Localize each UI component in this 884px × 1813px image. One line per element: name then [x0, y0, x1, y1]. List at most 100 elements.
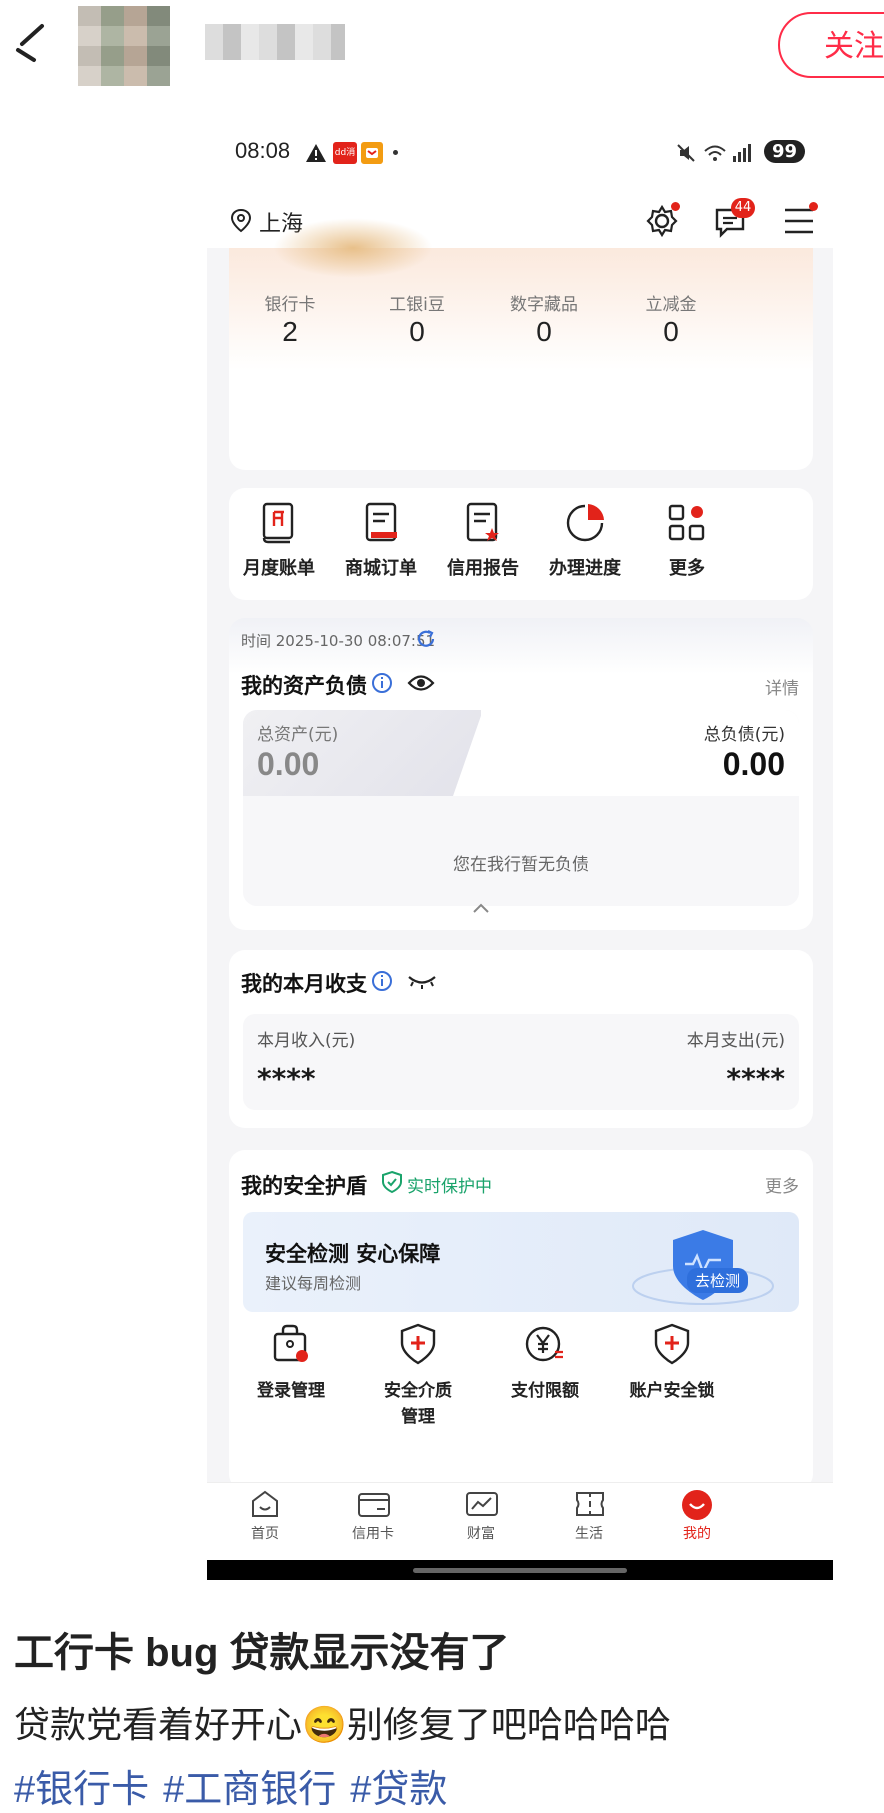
tool-label[interactable]: 月度账单 — [229, 554, 329, 580]
stat-label: 银行卡 — [264, 295, 316, 315]
go-check-button[interactable]: 去检测 — [687, 1268, 749, 1293]
hashtag[interactable]: #工商银行 — [163, 1769, 336, 1811]
tab-label: 财富 — [467, 1526, 495, 1542]
stat-label: 工银i豆 — [389, 295, 445, 315]
eye-icon[interactable] — [407, 672, 435, 698]
tab-label: 首页 — [251, 1526, 279, 1542]
security-check-banner[interactable]: 安全检测 安心保障 建议每周检测 去检测 — [243, 1212, 799, 1312]
tool-label[interactable]: 更多 — [637, 554, 737, 580]
shield-check-icon — [381, 1170, 403, 1198]
hashtag[interactable]: #贷款 — [350, 1769, 447, 1811]
stats-card: 银行卡 2 工银i豆 0 数字藏品 0 立减金 0 — [229, 218, 813, 470]
tool-label[interactable]: 商城订单 — [331, 554, 431, 580]
post-body-text-2: 别修复了吧哈哈哈哈 — [346, 1704, 671, 1745]
credit-card-icon — [357, 1489, 390, 1519]
stat-value[interactable]: 0 — [616, 316, 726, 348]
life-icon — [573, 1489, 605, 1519]
security-item-label[interactable]: 账户安全锁 — [612, 1376, 732, 1401]
tab-2[interactable]: 信用卡 — [328, 1483, 418, 1543]
progress-icon[interactable] — [562, 500, 608, 546]
location-icon[interactable] — [229, 208, 253, 238]
blurred-nickname[interactable] — [205, 24, 345, 60]
banner-subtitle: 建议每周检测 — [265, 1274, 362, 1293]
info-icon[interactable] — [371, 672, 393, 698]
signal-icon — [731, 142, 753, 164]
post-title: 工行卡 bug 贷款显示没有了 — [14, 1631, 510, 1675]
expense-label: 本月支出(元) — [686, 1031, 785, 1051]
mute-icon — [675, 142, 697, 164]
hashtag-list: #银行卡 #工商银行 #贷款 — [14, 1758, 461, 1813]
tool-label[interactable]: 办理进度 — [535, 554, 635, 580]
security-item-label-line2[interactable]: 管理 — [358, 1402, 478, 1427]
mall-order-icon[interactable] — [358, 500, 404, 546]
chevron-up-icon[interactable] — [471, 900, 491, 919]
app-notification-icon-2 — [361, 142, 383, 164]
avatar[interactable] — [78, 6, 170, 86]
gesture-bar — [207, 1560, 833, 1580]
credit-report-icon[interactable] — [460, 500, 506, 546]
tab-3[interactable]: 财富 — [436, 1483, 526, 1543]
security-card: 我的安全护盾 实时保护中 更多 安全检测 安心保障 建议每周检测 去检测 登录管… — [229, 1150, 813, 1490]
status-bar: 08:08 dd消 99 — [207, 120, 833, 190]
expense-value: **** — [726, 1062, 785, 1095]
security-more-link[interactable]: 更多 — [765, 1172, 799, 1197]
security-item-label[interactable]: 安全介质 — [358, 1376, 478, 1401]
refresh-timestamp: 时间 2025-10-30 08:07:51 — [241, 632, 436, 650]
app-notification-icon: dd消 — [333, 142, 357, 164]
eye-closed-icon[interactable] — [407, 972, 437, 994]
stat-value[interactable]: 0 — [489, 316, 599, 348]
info-icon[interactable] — [371, 970, 393, 996]
phone-screenshot: 08:08 dd消 99 上海 44 银行卡 2 工银i豆 0 数字藏品 0 立… — [207, 120, 833, 1580]
total-debt-label: 总负债(元) — [703, 725, 785, 745]
message-icon[interactable]: 44 — [713, 198, 755, 242]
menu-icon[interactable] — [783, 202, 818, 240]
monthly-title: 我的本月收支 — [241, 972, 367, 996]
no-debt-text: 您在我行暂无负债 — [453, 855, 589, 875]
tab-1[interactable]: 首页 — [220, 1483, 310, 1543]
account-lock-icon[interactable] — [650, 1322, 694, 1366]
security-title: 我的安全护盾 — [241, 1174, 367, 1198]
refresh-icon[interactable] — [415, 628, 437, 654]
status-time: 08:08 — [235, 138, 291, 163]
security-item-label[interactable]: 登录管理 — [231, 1376, 351, 1401]
post-body: 贷款党看着好开心😄别修复了吧哈哈哈哈 — [14, 1696, 671, 1748]
message-count-badge: 44 — [731, 198, 755, 218]
stat-value[interactable]: 0 — [362, 316, 472, 348]
assets-title: 我的资产负债 — [241, 674, 367, 698]
shield-illustration-icon — [595, 1226, 783, 1306]
assets-card: 时间 2025-10-30 08:07:51 我的资产负债 详情 总资产(元) … — [229, 618, 813, 930]
assets-detail-link[interactable]: 详情 — [765, 674, 799, 699]
payment-limit-icon[interactable] — [523, 1322, 567, 1366]
back-icon[interactable] — [12, 20, 48, 64]
home-indicator[interactable] — [413, 1568, 627, 1573]
income-label: 本月收入(元) — [257, 1031, 356, 1051]
hashtag[interactable]: #银行卡 — [14, 1769, 149, 1811]
tab-4[interactable]: 生活 — [544, 1483, 634, 1543]
tab-label: 我的 — [683, 1526, 711, 1542]
battery-indicator: 99 — [763, 140, 805, 163]
monthly-panel: 本月收入(元) **** 本月支出(元) **** — [243, 1014, 799, 1110]
tab-label: 生活 — [575, 1526, 603, 1542]
more-grid-icon[interactable] — [664, 500, 710, 546]
tab-5[interactable]: 我的 — [652, 1483, 742, 1543]
tool-label[interactable]: 信用报告 — [433, 554, 533, 580]
banner-decoration — [273, 218, 433, 278]
stat-label: 数字藏品 — [510, 295, 578, 315]
security-item-label[interactable]: 支付限额 — [485, 1376, 605, 1401]
post-body-text-1: 贷款党看着好开心 — [14, 1704, 303, 1745]
income-value: **** — [257, 1062, 316, 1095]
follow-button[interactable]: 关注 — [778, 12, 884, 78]
stat-label: 立减金 — [645, 295, 697, 315]
bottom-tab-bar: 首页 信用卡 财富 生活 我的 — [207, 1482, 833, 1561]
more-notifications-dot — [393, 150, 398, 155]
security-medium-icon[interactable] — [396, 1322, 440, 1366]
mine-icon — [681, 1489, 713, 1520]
warning-icon — [305, 142, 327, 164]
settings-icon[interactable] — [645, 202, 680, 242]
monthly-bill-icon[interactable] — [256, 500, 302, 546]
grin-emoji-icon: 😄 — [302, 1704, 347, 1745]
stat-value[interactable]: 2 — [235, 316, 345, 348]
tab-label: 信用卡 — [352, 1526, 394, 1542]
monthly-card: 我的本月收支 本月收入(元) **** 本月支出(元) **** — [229, 950, 813, 1128]
login-manage-icon[interactable] — [269, 1322, 313, 1366]
